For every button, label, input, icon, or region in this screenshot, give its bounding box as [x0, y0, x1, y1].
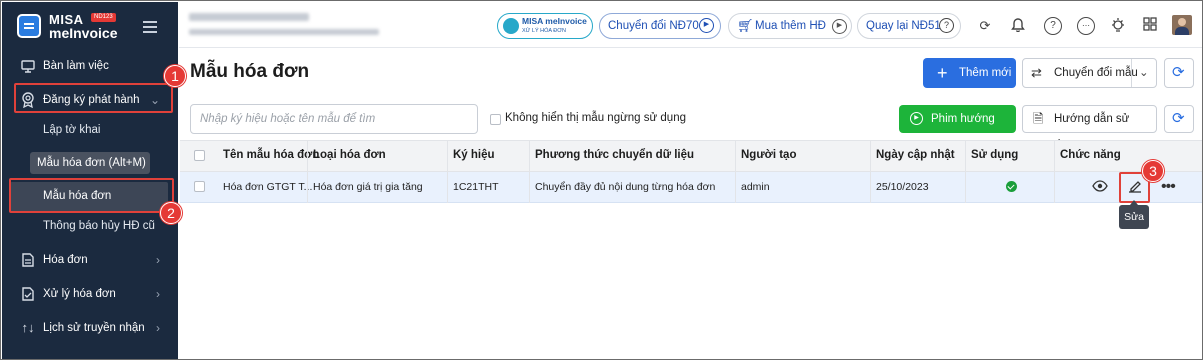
cell-updated-date: 25/10/2023	[876, 181, 929, 193]
hamburger-menu-icon[interactable]	[143, 21, 157, 23]
convert-nd70-button[interactable]: Chuyển đổi NĐ70 ▶	[599, 13, 721, 39]
page-title: Mẫu hóa đơn	[190, 61, 310, 82]
menu-shortcut-tooltip: Mẫu hóa đơn (Alt+M)	[30, 152, 150, 174]
hide-unused-label: Không hiển thị mẫu ngừng sử dụng	[505, 112, 686, 124]
column-header-actions: Chức năng	[1060, 149, 1121, 161]
top-header: MISA meInvoice XỬ LÝ HÓA ĐƠN Chuyển đổi …	[179, 2, 1202, 48]
cell-invoice-type: Hóa đơn giá trị gia tăng	[313, 181, 423, 193]
refresh-icon[interactable]: ⟳	[976, 17, 994, 35]
convert-template-label: Chuyển đổi mẫu	[1054, 67, 1138, 79]
in-use-check-icon	[1006, 181, 1017, 192]
company-info-blurred	[189, 29, 379, 35]
apps-grid-icon[interactable]	[1141, 17, 1159, 35]
column-divider	[1054, 140, 1055, 203]
callout-highlight-register	[14, 83, 173, 113]
chevron-right-icon: ›	[156, 321, 160, 335]
sidebar-subitem-cancel-notice[interactable]: Thông báo hủy HĐ cũ	[43, 220, 173, 232]
search-input[interactable]: Nhập ký hiệu hoặc tên mẫu để tìm	[190, 104, 478, 134]
select-all-checkbox[interactable]	[194, 150, 205, 161]
misa-meinvoice-pill[interactable]: MISA meInvoice XỬ LÝ HÓA ĐƠN	[497, 13, 593, 39]
column-divider	[965, 140, 966, 203]
cell-template-name: Hóa đơn GTGT T...	[223, 181, 313, 193]
sidebar-subitem-declaration[interactable]: Lập tờ khai	[43, 124, 163, 136]
bell-icon[interactable]	[1009, 17, 1027, 35]
process-invoice-icon	[20, 279, 36, 312]
column-divider	[870, 140, 871, 203]
column-divider	[447, 140, 448, 203]
help-icon[interactable]: ?	[1044, 17, 1062, 35]
sidebar-item-label: Xử lý hóa đơn	[43, 288, 116, 300]
lightbulb-icon[interactable]	[1109, 17, 1127, 35]
misa-logo-icon	[503, 18, 519, 34]
convert-arrows-icon: ⇄	[1031, 65, 1042, 80]
column-divider	[735, 140, 736, 203]
callout-number-2: 2	[160, 202, 182, 224]
monitor-icon	[20, 51, 36, 84]
chevron-right-icon: ›	[156, 253, 160, 267]
more-actions-icon[interactable]: •••	[1161, 178, 1176, 196]
convert-nd70-label: Chuyển đổi NĐ70	[608, 20, 699, 32]
column-header-invoice-type[interactable]: Loại hóa đơn	[313, 149, 386, 161]
invoice-icon	[20, 245, 36, 278]
refresh-table-button[interactable]: ⟳	[1164, 105, 1194, 133]
cell-symbol: 1C21THT	[453, 181, 499, 193]
cart-icon: 🛒︎	[737, 18, 754, 33]
plus-icon: +	[937, 63, 948, 83]
avatar[interactable]	[1172, 15, 1192, 35]
convert-template-button[interactable]: ⇄ Chuyển đổi mẫu ⌄	[1022, 58, 1157, 88]
sidebar-item-invoices[interactable]: Hóa đơn ›	[2, 245, 178, 275]
add-new-label: Thêm mới	[959, 67, 1012, 79]
play-icon: ▶	[699, 18, 714, 33]
refresh-list-button[interactable]: ⟳	[1164, 58, 1194, 88]
refresh-icon: ⟳	[1172, 110, 1185, 127]
column-header-symbol[interactable]: Ký hiệu	[453, 149, 495, 161]
refresh-icon: ⟳	[1172, 64, 1185, 81]
view-eye-icon[interactable]	[1092, 180, 1108, 195]
row-checkbox[interactable]	[194, 181, 205, 192]
misa-logo-icon	[17, 14, 41, 38]
callout-number-3: 3	[1142, 160, 1164, 182]
sidebar-item-label: Lịch sử truyền nhận	[43, 322, 145, 334]
sidebar-item-process-invoices[interactable]: Xử lý hóa đơn ›	[2, 279, 178, 309]
column-header-template-name[interactable]: Tên mẫu hóa đơn	[223, 149, 319, 161]
more-circle-icon[interactable]: ⋯	[1077, 17, 1095, 35]
misa-pill-sub: XỬ LÝ HÓA ĐƠN	[522, 28, 566, 34]
chevron-right-icon: ›	[156, 287, 160, 301]
chevron-down-icon[interactable]: ⌄	[1139, 59, 1149, 87]
cell-transfer-method: Chuyển đầy đủ nội dung từng hóa đơn	[535, 181, 716, 193]
company-name-blurred	[189, 13, 309, 21]
buy-more-link[interactable]: Mua thêm HĐ	[755, 20, 826, 32]
button-divider	[1131, 59, 1132, 87]
sidebar-item-transfer-history[interactable]: ↑↓ Lịch sử truyền nhận ›	[2, 313, 178, 343]
play-icon: ▶	[910, 112, 923, 125]
help-icon: ?	[939, 18, 954, 33]
document-icon: 🗎︎	[1033, 111, 1044, 126]
transfer-arrows-icon: ↑↓	[21, 320, 35, 335]
column-divider	[307, 140, 308, 203]
cell-creator: admin	[741, 181, 770, 193]
brand-product: meInvoice	[49, 25, 118, 41]
sidebar-item-dashboard[interactable]: Bàn làm việc	[2, 51, 178, 81]
user-guide-button[interactable]: 🗎︎ Hướng dẫn sử dụng	[1022, 105, 1157, 151]
decree-badge: ND123	[91, 13, 116, 22]
edit-tooltip: Sửa	[1119, 200, 1149, 229]
back-nd51-label: Quay lại NĐ51	[866, 20, 941, 32]
back-nd51-button[interactable]: Quay lại NĐ51 ?	[857, 13, 961, 39]
callout-highlight-template	[9, 178, 174, 213]
add-new-button[interactable]: + Thêm mới	[923, 58, 1016, 88]
buy-more-group: 🛒︎ Mua thêm HĐ ▶	[728, 13, 852, 39]
play-icon[interactable]: ▶	[832, 19, 847, 34]
column-header-updated-date[interactable]: Ngày cập nhật	[876, 149, 955, 161]
column-header-in-use[interactable]: Sử dụng	[971, 149, 1018, 161]
sidebar-item-label: Bàn làm việc	[43, 60, 109, 72]
column-header-creator[interactable]: Người tạo	[741, 149, 796, 161]
column-header-transfer-method[interactable]: Phương thức chuyển dữ liệu	[535, 149, 694, 161]
video-guide-button[interactable]: ▶ Phim hướng dẫn	[899, 105, 1016, 153]
sidebar-item-label: Hóa đơn	[43, 254, 88, 266]
hide-unused-checkbox[interactable]	[490, 114, 501, 125]
column-divider	[529, 140, 530, 203]
callout-number-1: 1	[164, 65, 186, 87]
